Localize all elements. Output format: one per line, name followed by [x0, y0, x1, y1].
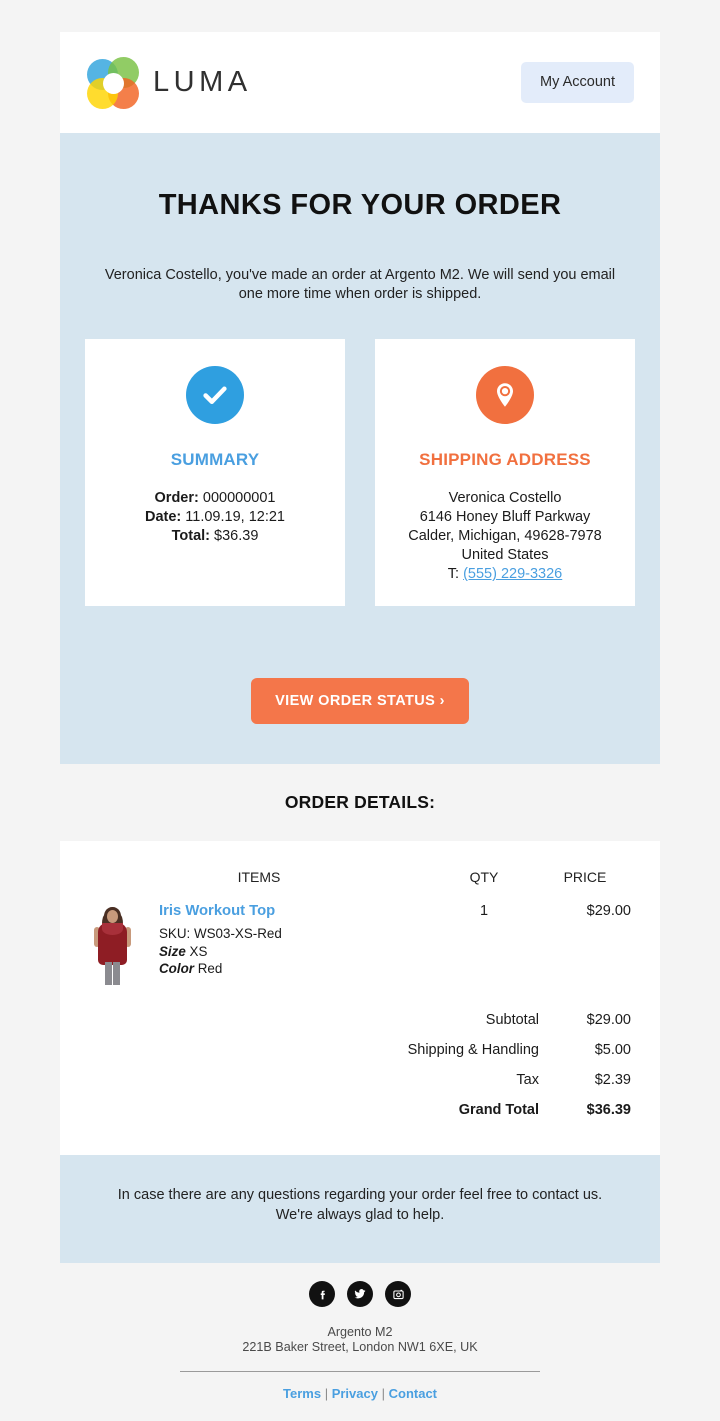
help-text: In case there are any questions regardin…: [117, 1187, 603, 1223]
shipping-label: Shipping & Handling: [407, 1042, 539, 1059]
order-totals-table: Subtotal $29.00 Shipping & Handling $5.0…: [89, 1005, 631, 1125]
subtotal-label: Subtotal: [485, 1012, 539, 1029]
hero-subtitle: Veronica Costello, you've made an order …: [104, 267, 616, 303]
contact-link[interactable]: Contact: [389, 1386, 437, 1401]
info-cards: SUMMARY Order: 000000001 Date: 11.09.19,…: [60, 305, 660, 607]
column-header-items: ITEMS: [237, 869, 281, 886]
social-links: [60, 1281, 660, 1308]
product-sku: SKU: WS03-XS-Red: [159, 926, 282, 942]
product-name-link[interactable]: Iris Workout Top: [159, 903, 429, 919]
date-label: Date:: [144, 508, 182, 525]
totals-row-shipping: Shipping & Handling $5.00: [89, 1035, 631, 1065]
street-address: 6146 Honey Bluff Parkway: [419, 508, 591, 525]
product-info-cell: Iris Workout Top SKU: WS03-XS-Red Size X…: [147, 903, 429, 985]
brand-name: LUMA: [153, 66, 252, 98]
product-option-color: Color Red: [159, 961, 429, 976]
totals-row-grand-total: Grand Total $36.39: [89, 1095, 631, 1125]
shipping-value: $5.00: [594, 1042, 631, 1059]
page-title: THANKS FOR YOUR ORDER: [158, 189, 562, 221]
hero-banner: THANKS FOR YOUR ORDER Veronica Costello,…: [60, 133, 660, 651]
twitter-icon[interactable]: [347, 1281, 373, 1308]
order-value: 000000001: [202, 489, 276, 506]
column-header-qty: QTY: [469, 869, 499, 886]
country: United States: [461, 546, 549, 563]
footer-divider: [180, 1371, 540, 1373]
instagram-icon[interactable]: [385, 1281, 411, 1308]
order-details-band: ORDER DETAILS:: [60, 764, 660, 842]
total-value: $36.39: [214, 527, 259, 544]
total-label: Total:: [171, 527, 210, 544]
phone-label: T:: [447, 566, 460, 583]
brand-logo[interactable]: LUMA: [87, 56, 252, 109]
phone-link[interactable]: (555) 229-3326: [463, 566, 562, 582]
shipping-address-card: SHIPPING ADDRESS Veronica Costello 6146 …: [375, 338, 635, 607]
email-container: LUMA My Account THANKS FOR YOUR ORDER Ve…: [60, 32, 660, 1421]
size-value: XS: [189, 944, 208, 960]
column-header-price: PRICE: [563, 869, 607, 886]
shipping-body: Veronica Costello 6146 Honey Bluff Parkw…: [393, 489, 617, 585]
table-header-row: ITEMS QTY PRICE: [89, 861, 631, 903]
luma-logo-icon: [87, 56, 139, 109]
tax-value: $2.39: [594, 1072, 631, 1089]
color-label: Color: [159, 961, 194, 977]
order-table-section: ITEMS QTY PRICE Iris Workout Top SKU: WS…: [60, 841, 660, 1156]
color-value: Red: [197, 961, 223, 977]
subtotal-value: $29.00: [586, 1012, 631, 1029]
email-header: LUMA My Account: [60, 32, 660, 133]
product-image: [89, 907, 135, 986]
tax-label: Tax: [516, 1072, 539, 1089]
email-page: LUMA My Account THANKS FOR YOUR ORDER Ve…: [0, 0, 720, 1421]
link-separator-1: |: [324, 1386, 329, 1402]
privacy-link[interactable]: Privacy: [332, 1386, 378, 1401]
email-footer: Argento M2 221B Baker Street, London NW1…: [60, 1263, 660, 1421]
order-details-title: ORDER DETAILS:: [284, 792, 436, 813]
size-label: Size: [159, 944, 186, 960]
help-section: In case there are any questions regardin…: [60, 1155, 660, 1264]
product-thumbnail-cell: [89, 903, 147, 986]
city-state-zip: Calder, Michigan, 49628-7978: [408, 527, 602, 544]
my-account-button[interactable]: My Account: [521, 62, 634, 103]
footer-company: Argento M2: [327, 1325, 393, 1340]
order-label: Order:: [154, 489, 199, 506]
order-items-table: ITEMS QTY PRICE Iris Workout Top SKU: WS…: [89, 861, 631, 986]
product-price: $29.00: [586, 903, 631, 920]
grand-total-value: $36.39: [586, 1102, 631, 1119]
footer-address: 221B Baker Street, London NW1 6XE, UK: [242, 1340, 478, 1355]
check-circle-icon: [186, 365, 244, 424]
cta-section: VIEW ORDER STATUS ›: [60, 650, 660, 765]
facebook-icon[interactable]: [309, 1281, 335, 1308]
recipient-name: Veronica Costello: [448, 489, 562, 506]
link-separator-2: |: [381, 1386, 385, 1402]
view-order-status-button[interactable]: VIEW ORDER STATUS ›: [251, 678, 469, 725]
product-option-size: Size XS: [159, 944, 429, 959]
date-value: 11.09.19, 12:21: [185, 508, 285, 525]
grand-total-label: Grand Total: [458, 1102, 539, 1119]
shipping-heading: SHIPPING ADDRESS: [419, 449, 591, 469]
totals-row-subtotal: Subtotal $29.00: [89, 1005, 631, 1035]
summary-body: Order: 000000001 Date: 11.09.19, 12:21 T…: [103, 489, 327, 546]
location-pin-icon: [476, 365, 534, 424]
terms-link[interactable]: Terms: [283, 1386, 321, 1401]
summary-heading: SUMMARY: [170, 449, 260, 469]
table-row: Iris Workout Top SKU: WS03-XS-Red Size X…: [89, 903, 631, 986]
footer-links: Terms | Privacy | Contact: [60, 1386, 660, 1421]
summary-card: SUMMARY Order: 000000001 Date: 11.09.19,…: [85, 338, 345, 607]
product-qty: 1: [479, 903, 489, 920]
totals-row-tax: Tax $2.39: [89, 1065, 631, 1095]
